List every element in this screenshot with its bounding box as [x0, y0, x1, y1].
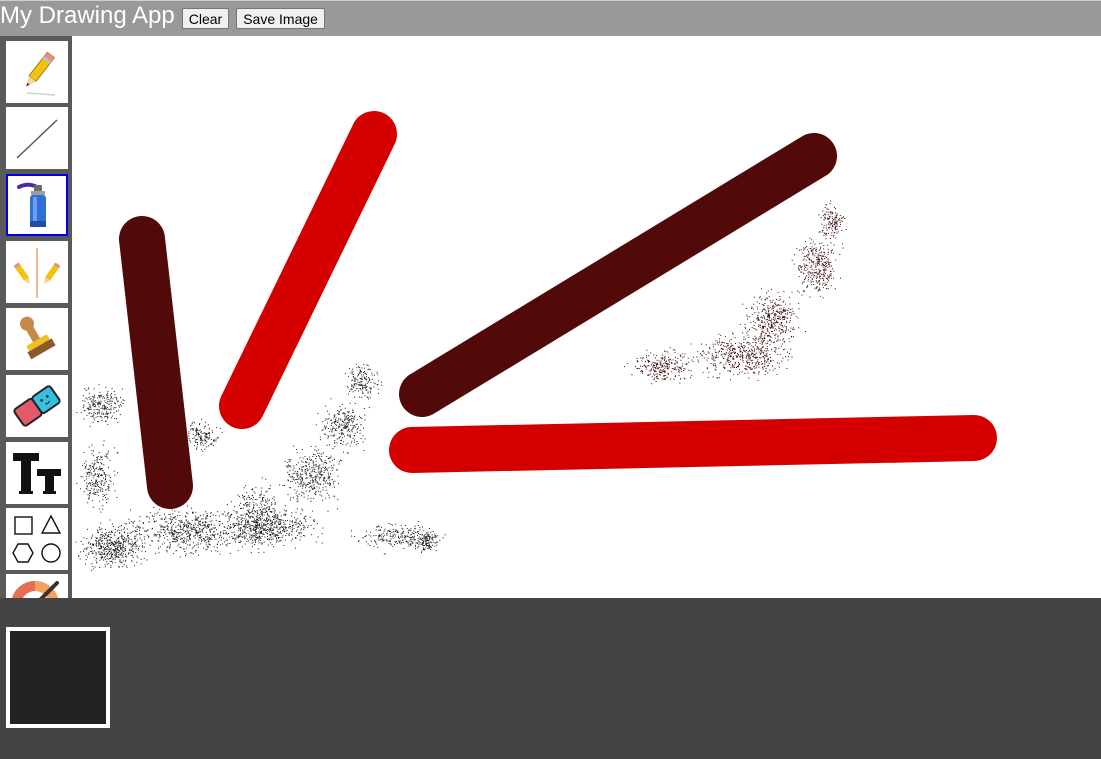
dark-stroke-vertical	[119, 216, 193, 509]
app-title: My Drawing App	[0, 1, 175, 29]
current-color-fill	[10, 631, 106, 724]
clear-button[interactable]: Clear	[181, 8, 230, 29]
header-bar: My Drawing App Clear Save Image	[0, 0, 1101, 36]
text-icon	[13, 453, 61, 494]
tool-sidebar	[0, 36, 72, 598]
spray-can-icon	[17, 182, 46, 227]
red-stroke-diagonal	[219, 111, 397, 429]
tool-line[interactable]	[6, 107, 68, 169]
tool-mirror-draw[interactable]	[6, 241, 68, 303]
current-color-swatch[interactable]	[6, 627, 110, 728]
tool-pencil[interactable]	[6, 41, 68, 103]
tool-shapes[interactable]	[6, 508, 68, 570]
canvas-drawing	[75, 111, 997, 572]
stamp-icon	[20, 316, 56, 360]
eraser-icon	[13, 385, 61, 427]
tool-eraser[interactable]	[6, 375, 68, 437]
pencil-icon	[26, 51, 56, 96]
tool-stamp[interactable]	[6, 308, 68, 370]
line-icon	[16, 119, 58, 159]
color-wheel-icon	[12, 581, 59, 598]
mirror-pencils-icon	[13, 248, 61, 298]
drawing-app: My Drawing App Clear Save Image	[0, 0, 1101, 759]
save-image-button[interactable]: Save Image	[236, 8, 325, 29]
tool-color-picker[interactable]	[6, 574, 68, 598]
tool-spray-can[interactable]	[6, 174, 68, 236]
red-stroke-horizontal	[389, 415, 997, 473]
drawing-canvas[interactable]	[72, 36, 1101, 598]
shapes-icon	[12, 514, 62, 563]
footer-bar	[0, 598, 1101, 759]
dark-stroke-long	[399, 133, 837, 417]
tool-text[interactable]	[6, 442, 68, 504]
